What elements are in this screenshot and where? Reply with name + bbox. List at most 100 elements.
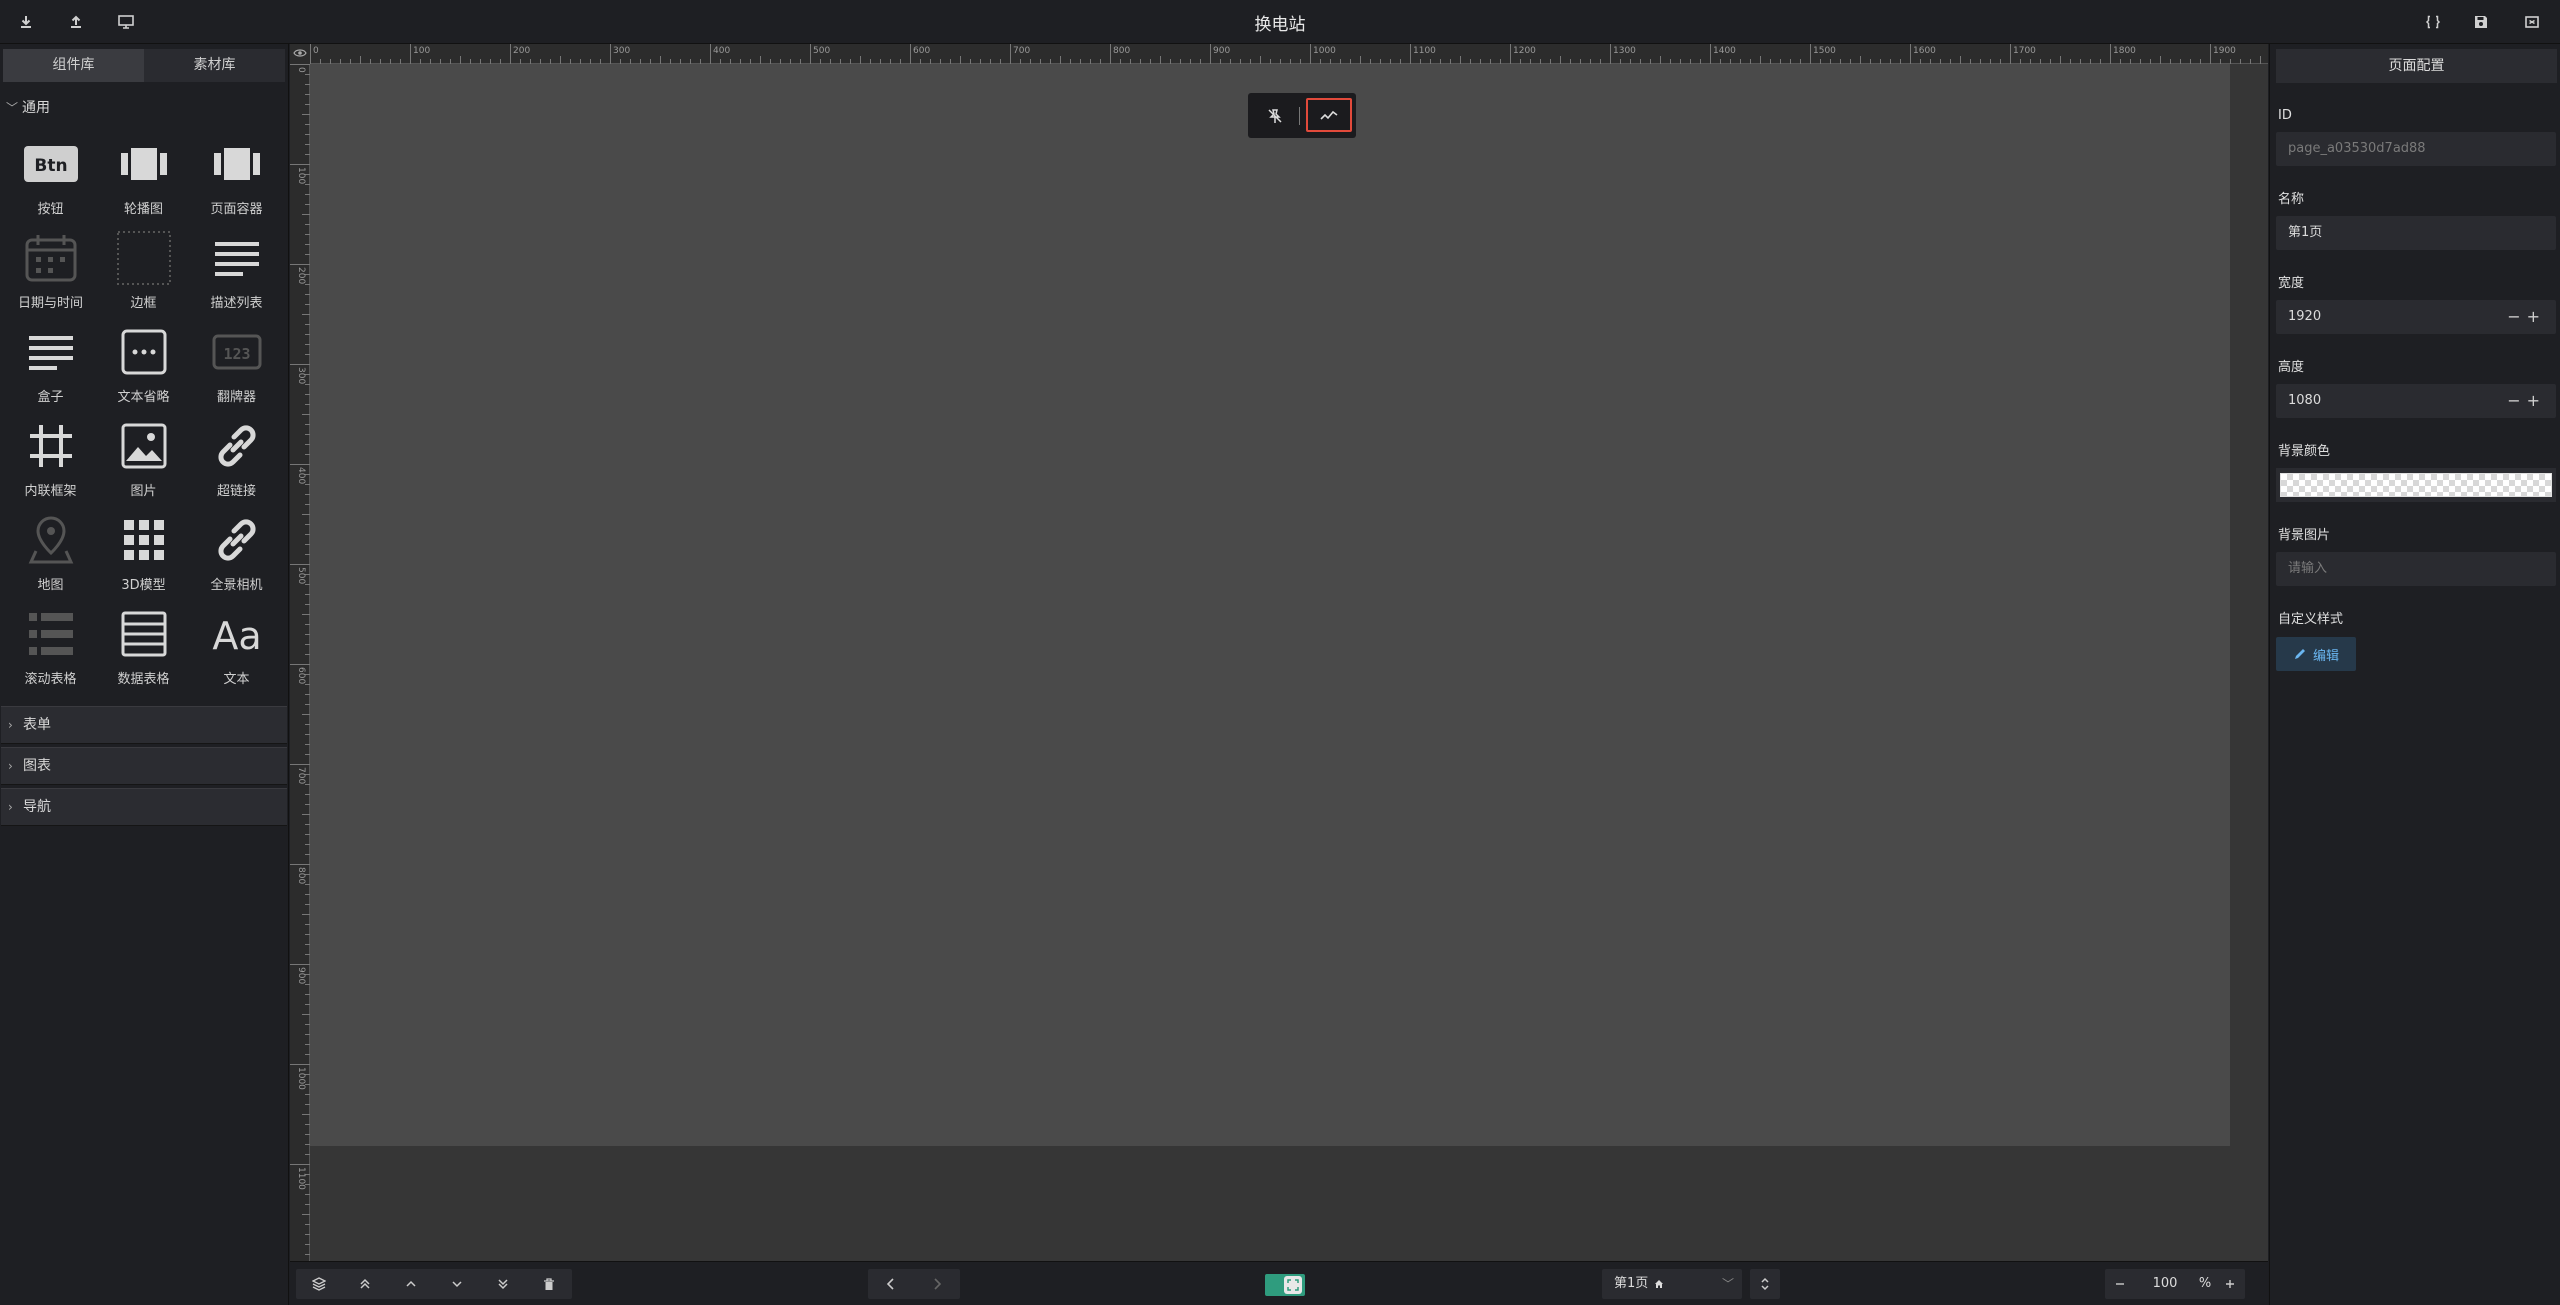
component-label: 文本省略 (117, 390, 170, 405)
page-sort-button[interactable] (1750, 1269, 1780, 1299)
component-iframe[interactable]: 内联框架 (4, 410, 97, 504)
width-stepper[interactable]: −+ (2507, 300, 2546, 334)
page-select[interactable]: 第1页 ﹀ (1602, 1269, 1742, 1299)
bg-image-input[interactable]: 请输入 (2276, 552, 2556, 586)
eye-icon[interactable] (290, 44, 310, 64)
component-label: 轮播图 (123, 202, 163, 217)
svg-text:Btn: Btn (34, 156, 67, 176)
component-page-container[interactable]: 页面容器 (190, 128, 283, 222)
component-label: 边框 (130, 296, 157, 311)
section-title: 导航 (23, 799, 51, 815)
trend-line-icon[interactable] (1306, 98, 1352, 132)
scroll-table-icon (21, 604, 81, 664)
id-field[interactable]: page_a03530d7ad88 (2276, 132, 2556, 166)
section-form-header[interactable]: › 表单 (1, 706, 287, 744)
name-field[interactable]: 第1页 (2276, 216, 2556, 250)
properties-panel: 页面配置 ID page_a03530d7ad88 名称 第1页 宽度 1920… (2269, 44, 2560, 1305)
component-panorama-camera[interactable]: 全景相机 (190, 504, 283, 598)
code-braces-icon[interactable] (2421, 10, 2445, 34)
data-table-icon (114, 604, 174, 664)
chevron-right-icon: › (8, 800, 13, 814)
zoom-control: 100 % (2105, 1269, 2245, 1299)
width-input[interactable]: 1920 −+ (2276, 300, 2556, 334)
flip-counter-icon: 123 (207, 322, 267, 382)
ruler-label: 700 (296, 767, 306, 784)
image-icon (114, 416, 174, 476)
ruler-label: 0 (313, 46, 319, 56)
ruler-label: 1000 (296, 1067, 306, 1090)
height-input[interactable]: 1080 −+ (2276, 384, 2556, 418)
component-text[interactable]: Aa 文本 (190, 598, 283, 692)
delete-icon[interactable] (526, 1269, 572, 1299)
width-value: 1920 (2288, 309, 2322, 324)
height-stepper[interactable]: −+ (2507, 384, 2546, 418)
send-backward-icon[interactable] (434, 1269, 480, 1299)
page-select-value: 第1页 (1602, 1269, 1664, 1299)
tab-components[interactable]: 组件库 (3, 49, 144, 82)
ruler-label: 900 (296, 967, 306, 984)
grid-toggle[interactable] (1265, 1274, 1305, 1296)
component-datetime[interactable]: 日期与时间 (4, 222, 97, 316)
carousel-icon (114, 134, 174, 194)
section-nav-header[interactable]: › 导航 (1, 788, 287, 826)
ruler-vertical[interactable]: 0 100 200 300 400 500 600 700 800 900 1000 1100 (290, 64, 310, 1261)
component-scroll-table[interactable]: 滚动表格 (4, 598, 97, 692)
workspace: 0 100 200 300 400 500 600 700 800 900 1000 1100 1200… (290, 44, 2268, 1261)
component-description-list[interactable]: 描述列表 (190, 222, 283, 316)
ruler-label: 900 (1213, 46, 1230, 56)
component-carousel[interactable]: 轮播图 (97, 128, 190, 222)
page-nav-controls (868, 1269, 960, 1299)
canvas-float-toolbar (1248, 93, 1356, 138)
page-config-tab[interactable]: 页面配置 (2276, 49, 2557, 83)
section-chart-header[interactable]: › 图表 (1, 747, 287, 785)
component-text-ellipsis[interactable]: 文本省略 (97, 316, 190, 410)
component-label: 盒子 (37, 390, 64, 405)
transparent-swatch (2280, 473, 2552, 497)
pin-off-icon[interactable] (1258, 101, 1292, 131)
height-value: 1080 (2288, 393, 2322, 408)
component-box[interactable]: 盒子 (4, 316, 97, 410)
focus-icon (1284, 1276, 1302, 1294)
save-icon[interactable] (2469, 10, 2493, 34)
component-3d-model[interactable]: 3D模型 (97, 504, 190, 598)
component-button[interactable]: Btn 按钮 (4, 128, 97, 222)
prev-icon[interactable] (868, 1269, 914, 1299)
send-to-back-icon[interactable] (480, 1269, 526, 1299)
edit-style-button[interactable]: 编辑 (2276, 637, 2356, 671)
component-hyperlink[interactable]: 超链接 (190, 410, 283, 504)
section-title: 图表 (23, 758, 51, 774)
ruler-label: 1000 (1313, 46, 1336, 56)
component-flip-counter[interactable]: 123 翻牌器 (190, 316, 283, 410)
design-canvas[interactable] (310, 64, 2230, 1146)
bring-to-front-icon[interactable] (342, 1269, 388, 1299)
exit-icon[interactable] (2520, 10, 2544, 34)
ruler-horizontal[interactable]: 0 100 200 300 400 500 600 700 800 900 1000 1100 1200… (310, 44, 2268, 64)
zoom-in-icon[interactable] (2215, 1269, 2245, 1299)
tab-assets[interactable]: 素材库 (144, 49, 285, 82)
page-container-icon (207, 134, 267, 194)
section-general-header[interactable]: ﹀ 通用 (0, 92, 288, 124)
zoom-input[interactable]: 100 (2135, 1269, 2195, 1299)
section-title: 表单 (23, 717, 51, 733)
ruler-label: 500 (296, 567, 306, 584)
component-label: 描述列表 (210, 296, 263, 311)
component-label: 滚动表格 (24, 672, 77, 687)
bring-forward-icon[interactable] (388, 1269, 434, 1299)
zoom-out-icon[interactable] (2105, 1269, 2135, 1299)
next-icon[interactable] (914, 1269, 960, 1299)
text-ellipsis-icon (114, 322, 174, 382)
component-border[interactable]: 边框 (97, 222, 190, 316)
panorama-link-icon (207, 510, 267, 570)
bg-color-picker[interactable] (2276, 468, 2556, 502)
ruler-horizontal-ticks: 0 100 200 300 400 500 600 700 800 900 1000 1100 1200… (310, 44, 2261, 64)
description-list-icon (207, 228, 267, 288)
component-image[interactable]: 图片 (97, 410, 190, 504)
ruler-label: 1200 (1513, 46, 1536, 56)
component-data-table[interactable]: 数据表格 (97, 598, 190, 692)
component-map[interactable]: 地图 (4, 504, 97, 598)
ruler-label: 1100 (296, 1167, 306, 1190)
layers-icon[interactable] (296, 1269, 342, 1299)
ruler-label: 1300 (1613, 46, 1636, 56)
component-label: 内联框架 (24, 484, 77, 499)
component-label: 数据表格 (117, 672, 170, 687)
